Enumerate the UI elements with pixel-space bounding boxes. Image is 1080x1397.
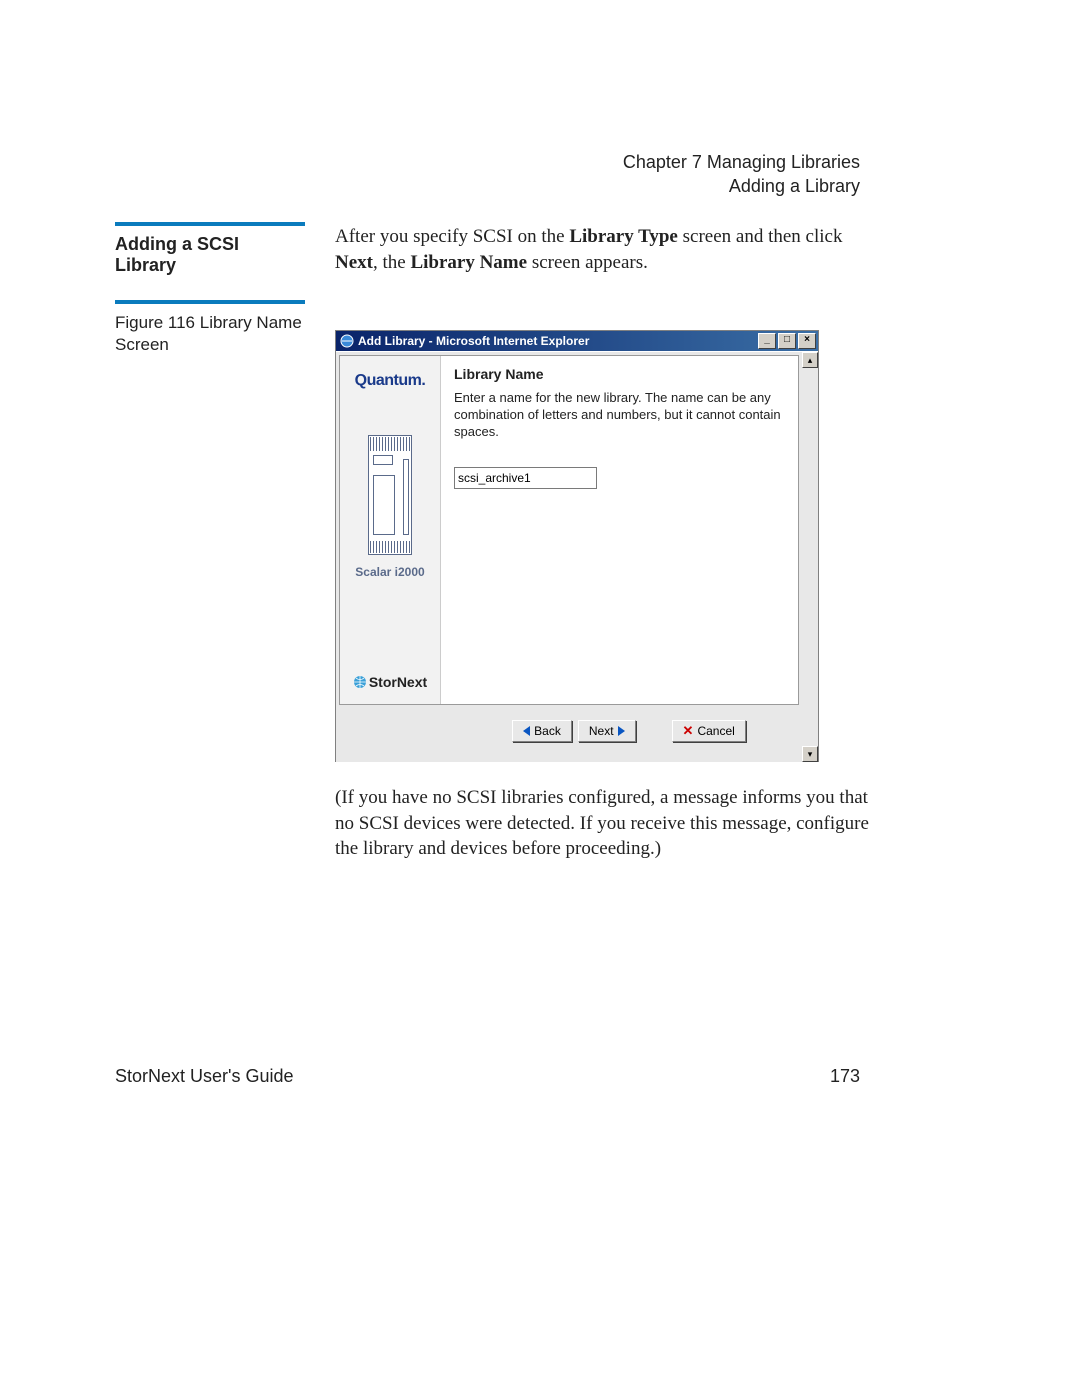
back-button[interactable]: Back bbox=[512, 720, 572, 742]
product-logo: StorNext bbox=[340, 674, 440, 690]
back-label: Back bbox=[534, 724, 561, 738]
scroll-up-button[interactable]: ▴ bbox=[802, 352, 818, 368]
page-header: Chapter 7 Managing Libraries Adding a Li… bbox=[623, 150, 860, 199]
button-row: Back Next ✕ Cancel bbox=[339, 720, 799, 742]
device-illustration bbox=[368, 435, 412, 555]
library-name-input[interactable] bbox=[454, 467, 597, 489]
maximize-button[interactable]: □ bbox=[778, 333, 796, 349]
intro-text-1: After you specify SCSI on the bbox=[335, 226, 569, 247]
intro-paragraph: After you specify SCSI on the Library Ty… bbox=[335, 224, 865, 275]
chapter-line: Chapter 7 Managing Libraries bbox=[623, 150, 860, 174]
brand-logo: Quantum. bbox=[340, 372, 440, 390]
back-arrow-icon bbox=[523, 726, 530, 736]
titlebar: Add Library - Microsoft Internet Explore… bbox=[336, 331, 818, 351]
next-arrow-icon bbox=[618, 726, 625, 736]
content-area: ▴ ▾ Quantum. Scalar i2000 bbox=[336, 351, 818, 762]
figure-caption: Figure 116 Library Name Screen bbox=[115, 300, 305, 356]
product-name: StorNext bbox=[369, 674, 427, 690]
sidebar: Quantum. Scalar i2000 StorNext bbox=[340, 356, 441, 704]
pane-description: Enter a name for the new library. The na… bbox=[454, 390, 784, 441]
pane-title: Library Name bbox=[454, 366, 784, 382]
intro-text-2: screen and then click bbox=[678, 226, 843, 247]
ie-icon bbox=[340, 334, 354, 348]
window-title: Add Library - Microsoft Internet Explore… bbox=[358, 334, 589, 348]
intro-text-3: , the bbox=[373, 252, 410, 273]
screenshot-window: Add Library - Microsoft Internet Explore… bbox=[335, 330, 819, 762]
footer-right: 173 bbox=[830, 1066, 860, 1087]
intro-bold-library-name: Library Name bbox=[410, 252, 527, 273]
page-footer: StorNext User's Guide 173 bbox=[115, 1066, 860, 1087]
inner-frame: Quantum. Scalar i2000 StorNext bbox=[339, 355, 799, 705]
post-paragraph: (If you have no SCSI libraries configure… bbox=[335, 785, 875, 862]
globe-icon bbox=[353, 675, 367, 689]
cancel-x-icon: ✕ bbox=[683, 723, 694, 739]
section-line: Adding a Library bbox=[623, 174, 860, 198]
intro-text-4: screen appears. bbox=[527, 252, 648, 273]
scroll-down-button[interactable]: ▾ bbox=[802, 746, 818, 762]
footer-left: StorNext User's Guide bbox=[115, 1066, 294, 1087]
section-title: Adding a SCSI Library bbox=[115, 222, 305, 276]
minimize-button[interactable]: _ bbox=[758, 333, 776, 349]
intro-bold-library-type: Library Type bbox=[569, 226, 678, 247]
next-label: Next bbox=[589, 724, 614, 738]
close-button[interactable]: × bbox=[798, 333, 816, 349]
main-pane: Library Name Enter a name for the new li… bbox=[440, 356, 798, 704]
next-button[interactable]: Next bbox=[578, 720, 636, 742]
cancel-label: Cancel bbox=[697, 724, 734, 738]
cancel-button[interactable]: ✕ Cancel bbox=[672, 720, 746, 742]
device-label: Scalar i2000 bbox=[340, 565, 440, 579]
intro-bold-next: Next bbox=[335, 252, 373, 273]
